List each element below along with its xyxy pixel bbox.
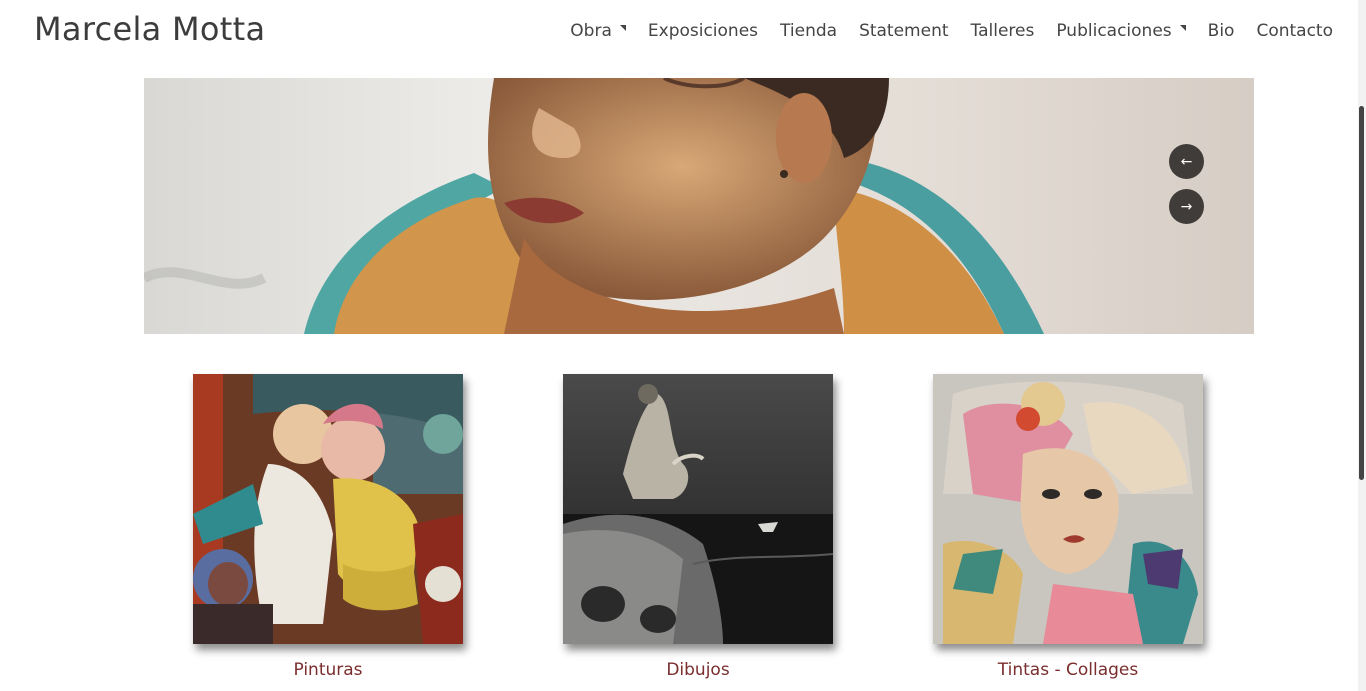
nav-item-label: Contacto: [1256, 21, 1333, 41]
gallery-caption[interactable]: Dibujos: [563, 660, 833, 680]
gallery-image-pinturas[interactable]: [193, 374, 463, 644]
nav-item-exposiciones[interactable]: Exposiciones: [648, 21, 758, 41]
site-title[interactable]: Marcela Motta: [34, 10, 265, 48]
nav-item-label: Obra: [570, 21, 612, 41]
arrow-left-icon: ←: [1180, 153, 1193, 170]
gallery-card-tintas-collages: Tintas - Collages: [933, 374, 1203, 680]
gallery-image-tintas-collages[interactable]: [933, 374, 1203, 644]
gallery-card-dibujos: Dibujos: [563, 374, 833, 680]
gallery-image-dibujos[interactable]: [563, 374, 833, 644]
page-scrollbar-thumb[interactable]: [1359, 106, 1364, 480]
hero-slider-image: [144, 78, 1254, 334]
nav-item-label: Tienda: [780, 21, 838, 41]
slider-prev-button[interactable]: ←: [1169, 144, 1204, 179]
site-header: Marcela Motta Obra Exposiciones Tienda S…: [0, 0, 1366, 78]
nav-item-label: Statement: [859, 21, 949, 41]
nav-item-statement[interactable]: Statement: [859, 21, 948, 41]
gallery-card-pinturas: Pinturas: [193, 374, 463, 680]
nav-item-bio[interactable]: Bio: [1208, 21, 1235, 41]
nav-item-talleres[interactable]: Talleres: [971, 21, 1035, 41]
nav-item-publicaciones[interactable]: Publicaciones: [1056, 21, 1186, 41]
gallery-caption[interactable]: Tintas - Collages: [933, 660, 1203, 680]
slider-next-button[interactable]: →: [1169, 189, 1204, 224]
nav-item-label: Exposiciones: [647, 21, 759, 41]
painting-carnival-image: [193, 374, 463, 644]
collage-woman-portrait-image: [933, 374, 1203, 644]
nav-item-label: Talleres: [970, 21, 1035, 41]
gallery-caption[interactable]: Pinturas: [193, 660, 463, 680]
main-nav: Obra Exposiciones Tienda Statement Talle…: [548, 21, 1333, 41]
nav-item-tienda[interactable]: Tienda: [780, 21, 837, 41]
nav-item-contacto[interactable]: Contacto: [1256, 21, 1333, 41]
painting-portrait-image: [144, 78, 1254, 334]
caret-down-icon: [1179, 25, 1186, 31]
caret-down-icon: [619, 25, 626, 31]
nav-item-label: Publicaciones: [1056, 21, 1172, 41]
drawing-seated-figure-image: [563, 374, 833, 644]
nav-item-obra[interactable]: Obra: [570, 21, 626, 41]
arrow-right-icon: →: [1180, 198, 1193, 215]
nav-item-label: Bio: [1207, 21, 1235, 41]
